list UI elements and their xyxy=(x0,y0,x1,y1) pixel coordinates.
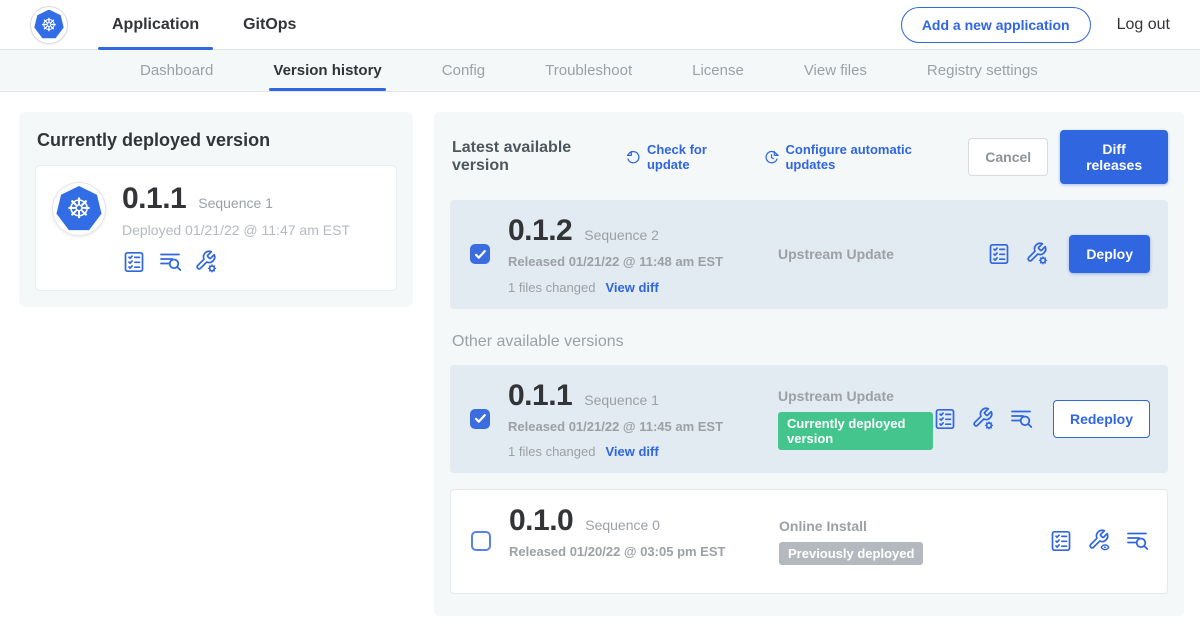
version-checkbox[interactable] xyxy=(471,531,491,551)
version-checkbox[interactable] xyxy=(470,409,490,429)
latest-version-header: Latest available version Check for updat… xyxy=(452,130,1168,184)
preflight-checks-icon[interactable] xyxy=(1049,529,1073,553)
version-sequence: Sequence 2 xyxy=(584,227,659,243)
diff-releases-button[interactable]: Diff releases xyxy=(1060,130,1168,184)
edit-config-icon[interactable] xyxy=(194,250,218,274)
top-nav: ☸ Application GitOps Add a new applicati… xyxy=(0,0,1200,50)
subnav-tab-config[interactable]: Config xyxy=(442,50,485,91)
clock-refresh-icon xyxy=(764,149,779,166)
deployed-version-number: 0.1.1 xyxy=(122,182,186,216)
previously-deployed-badge: Previously deployed xyxy=(779,542,923,565)
released-timestamp: Released 01/20/22 @ 03:05 pm EST xyxy=(509,543,734,561)
view-diff-link[interactable]: View diff xyxy=(605,444,658,459)
released-timestamp: Released 01/21/22 @ 11:45 am EST xyxy=(508,418,733,436)
subnav-tab-version-history[interactable]: Version history xyxy=(273,50,381,91)
version-history-panel: Latest available version Check for updat… xyxy=(434,112,1184,616)
edit-config-icon[interactable] xyxy=(971,407,995,431)
edit-config-icon[interactable] xyxy=(1025,242,1049,266)
app-logo: ☸ xyxy=(30,6,68,44)
preflight-checks-icon[interactable] xyxy=(987,242,1011,266)
subnav-tab-view-files[interactable]: View files xyxy=(804,50,867,91)
tab-gitops[interactable]: GitOps xyxy=(229,0,310,49)
released-timestamp: Released 01/21/22 @ 11:48 am EST xyxy=(508,253,733,271)
kubernetes-logo-icon: ☸ xyxy=(56,186,102,232)
latest-version-title: Latest available version xyxy=(452,139,612,175)
topnav-right: Add a new application Log out xyxy=(901,7,1170,43)
add-application-button[interactable]: Add a new application xyxy=(901,7,1091,43)
version-card-0-1-1: 0.1.1 Sequence 1 Released 01/21/22 @ 11:… xyxy=(450,365,1168,474)
version-card-0-1-0: 0.1.0 Sequence 0 Released 01/20/22 @ 03:… xyxy=(450,489,1168,594)
deployed-timestamp: Deployed 01/21/22 @ 11:47 am EST xyxy=(122,222,350,238)
version-number: 0.1.0 xyxy=(509,504,573,538)
currently-deployed-badge: Currently deployed version xyxy=(778,412,933,450)
redeploy-button[interactable]: Redeploy xyxy=(1053,400,1150,438)
deploy-button[interactable]: Deploy xyxy=(1069,235,1150,273)
currently-deployed-title: Currently deployed version xyxy=(37,130,397,151)
deploy-logs-icon[interactable] xyxy=(1125,529,1149,553)
currently-deployed-panel: Currently deployed version ☸ 0.1.1 Seque… xyxy=(19,112,413,307)
main-content: Currently deployed version ☸ 0.1.1 Seque… xyxy=(0,92,1200,616)
subnav-tab-registry-settings[interactable]: Registry settings xyxy=(927,50,1038,91)
version-source: Upstream Update xyxy=(778,388,933,404)
view-config-icon[interactable] xyxy=(1087,529,1111,553)
deploy-logs-icon[interactable] xyxy=(1009,407,1033,431)
topnav-tabs: Application GitOps xyxy=(98,0,326,49)
version-number: 0.1.2 xyxy=(508,214,572,248)
cancel-button[interactable]: Cancel xyxy=(968,138,1048,176)
files-changed: 1 files changed xyxy=(508,444,595,459)
deploy-logs-icon[interactable] xyxy=(158,250,182,274)
version-number: 0.1.1 xyxy=(508,379,572,413)
version-sequence: Sequence 0 xyxy=(585,517,660,533)
subnav-tab-troubleshoot[interactable]: Troubleshoot xyxy=(545,50,632,91)
version-checkbox[interactable] xyxy=(470,244,490,264)
files-changed: 1 files changed xyxy=(508,280,595,295)
preflight-checks-icon[interactable] xyxy=(122,250,146,274)
refresh-icon xyxy=(626,149,641,166)
version-source: Upstream Update xyxy=(778,246,987,262)
subnav-tab-dashboard[interactable]: Dashboard xyxy=(140,50,213,91)
logout-link[interactable]: Log out xyxy=(1117,16,1170,34)
preflight-checks-icon[interactable] xyxy=(933,407,957,431)
deployed-version-card: ☸ 0.1.1 Sequence 1 Deployed 01/21/22 @ 1… xyxy=(35,165,397,291)
configure-automatic-updates-link[interactable]: Configure automatic updates xyxy=(764,142,944,172)
app-version-logo: ☸ xyxy=(52,182,106,236)
version-sequence: Sequence 1 xyxy=(584,392,659,408)
kubernetes-logo-icon: ☸ xyxy=(34,10,64,40)
app-subnav: Dashboard Version history Config Trouble… xyxy=(0,50,1200,92)
check-icon xyxy=(474,412,487,425)
tab-gitops-label: GitOps xyxy=(243,16,296,34)
version-source: Online Install xyxy=(779,518,1049,534)
version-card-0-1-2: 0.1.2 Sequence 2 Released 01/21/22 @ 11:… xyxy=(450,200,1168,309)
deployed-sequence: Sequence 1 xyxy=(198,195,273,211)
subnav-tab-license[interactable]: License xyxy=(692,50,744,91)
tab-application[interactable]: Application xyxy=(98,0,213,49)
check-for-update-link[interactable]: Check for update xyxy=(626,142,740,172)
tab-application-label: Application xyxy=(112,16,199,34)
view-diff-link[interactable]: View diff xyxy=(605,280,658,295)
other-versions-title: Other available versions xyxy=(452,333,1168,351)
check-icon xyxy=(474,248,487,261)
